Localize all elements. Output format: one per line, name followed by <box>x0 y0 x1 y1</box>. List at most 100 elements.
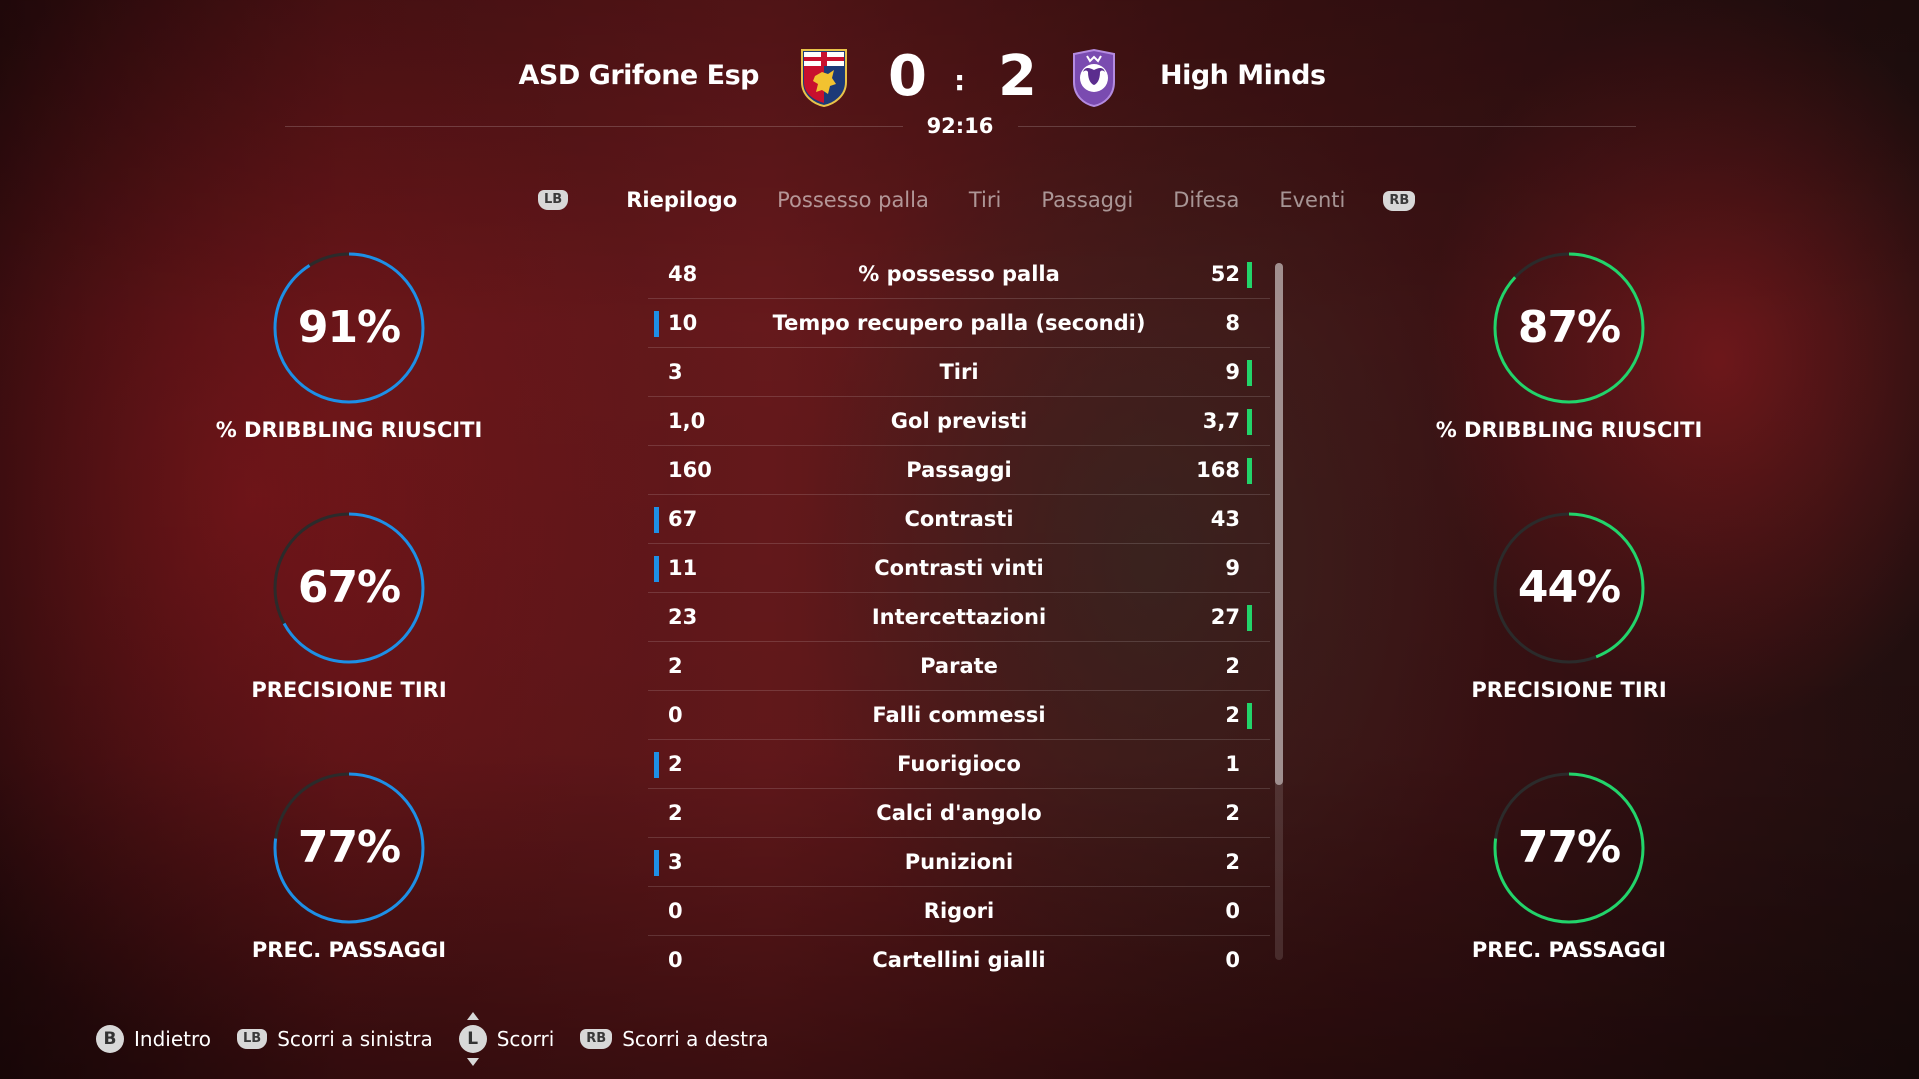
stat-name: Parate <box>920 654 998 678</box>
ring-value: 91% <box>297 302 401 353</box>
stat-name: Contrasti vinti <box>874 556 1044 580</box>
stat-home-value: 2 <box>668 752 683 776</box>
tab-riepilogo[interactable]: Riepilogo <box>626 188 737 212</box>
stat-row: 23 Intercettazioni 27 <box>648 593 1270 642</box>
controls-footer: B Indietro LB Scorri a sinistra L Scorri… <box>96 1012 795 1066</box>
stat-row: 3 Tiri 9 <box>648 348 1270 397</box>
griffin-crest-icon <box>801 49 847 108</box>
stats-table[interactable]: 48% possesso palla 52 10 Tempo recupero pal… <box>648 250 1270 984</box>
away-ring-label-pass-accuracy: PREC. PASSAGGI <box>1471 938 1667 962</box>
home-ring-shot-accuracy: 67% <box>271 510 427 666</box>
home-team-name: ASD Grifone Esp <box>518 60 760 91</box>
stat-away-value: 52 <box>1210 262 1240 286</box>
back-control[interactable]: B Indietro <box>96 1025 211 1053</box>
stat-home-value: 23 <box>668 605 698 629</box>
stat-row: 11 Contrasti vinti 9 <box>648 544 1270 593</box>
b-button-icon: B <box>96 1025 124 1053</box>
scroll-right-label: Scorri a destra <box>622 1027 769 1051</box>
tab-passaggi[interactable]: Passaggi <box>1041 188 1133 212</box>
home-leader-marker <box>654 311 659 337</box>
home-ring-label-dribbling: % DRIBBLING RIUSCITI <box>215 418 483 442</box>
stat-away-value: 8 <box>1225 311 1240 335</box>
ring-value: 77% <box>1517 822 1621 873</box>
stat-home-value: 10 <box>668 311 698 335</box>
bull-crest-icon <box>1073 48 1115 108</box>
stat-name: Rigori <box>923 899 995 923</box>
stat-row: 2 Fuorigioco 1 <box>648 740 1270 789</box>
home-leader-marker <box>654 556 659 582</box>
away-leader-marker <box>1247 360 1252 386</box>
stat-home-value: 11 <box>668 556 698 580</box>
away-ring-label-shot-accuracy: PRECISIONE TIRI <box>1471 678 1667 702</box>
ring-value: 87% <box>1517 302 1621 353</box>
stat-name: Cartellini gialli <box>872 948 1046 972</box>
away-team-name: High Minds <box>1160 60 1326 91</box>
stat-name: Calci d'angolo <box>876 801 1042 825</box>
lb-button-icon[interactable]: LB <box>538 190 569 210</box>
stat-away-value: 2 <box>1225 703 1240 727</box>
tab-difesa[interactable]: Difesa <box>1173 188 1239 212</box>
away-ring-pass-accuracy: 77% <box>1491 770 1647 926</box>
stat-home-value: 0 <box>668 948 683 972</box>
ring-value: 77% <box>297 822 401 873</box>
stat-name: Tiri <box>939 360 979 384</box>
score-separator: : <box>954 64 966 97</box>
stat-home-value: 0 <box>668 899 683 923</box>
left-stick-icon: L <box>458 1012 487 1066</box>
stat-name: Falli commessi <box>872 703 1046 727</box>
stat-name: Punizioni <box>904 850 1014 874</box>
tab-possesso-palla[interactable]: Possesso palla <box>777 188 929 212</box>
stat-away-value: 43 <box>1210 507 1240 531</box>
rb-button-icon[interactable]: RB <box>1383 191 1416 211</box>
stat-row: 48 % possesso palla 52 <box>648 250 1270 299</box>
stat-home-value: 67 <box>668 507 698 531</box>
stat-row: 0 Rigori 0 <box>648 887 1270 936</box>
stat-home-value: 160 <box>668 458 712 482</box>
stats-tab-bar: LB Riepilogo Possesso palla Tiri Passagg… <box>538 183 1416 217</box>
stat-home-value: 2 <box>668 654 683 678</box>
stats-scrollbar-thumb[interactable] <box>1275 263 1283 785</box>
away-leader-marker <box>1247 605 1252 631</box>
stat-row: 160 Passaggi 168 <box>648 446 1270 495</box>
ring-value: 67% <box>297 562 401 613</box>
away-leader-marker <box>1247 458 1252 484</box>
home-ring-label-pass-accuracy: PREC. PASSAGGI <box>251 938 447 962</box>
scroll-left-control[interactable]: LB Scorri a sinistra <box>237 1027 433 1051</box>
stat-row: 0 Cartellini gialli 0 <box>648 936 1270 984</box>
stat-home-value: 0 <box>668 703 683 727</box>
stat-name: Gol previsti <box>890 409 1028 433</box>
away-ring-dribbling: 87% <box>1491 250 1647 406</box>
stat-away-value: 2 <box>1225 654 1240 678</box>
tab-tiri[interactable]: Tiri <box>969 188 1001 212</box>
stats-scrollbar[interactable] <box>1275 263 1283 960</box>
scroll-control[interactable]: L Scorri <box>458 1012 555 1066</box>
scroll-right-control[interactable]: RB Scorri a destra <box>580 1027 769 1051</box>
stat-away-value: 2 <box>1225 850 1240 874</box>
scroll-label: Scorri <box>496 1027 555 1051</box>
scroll-left-label: Scorri a sinistra <box>277 1027 433 1051</box>
home-ring-label-shot-accuracy: PRECISIONE TIRI <box>251 678 447 702</box>
stat-away-value: 9 <box>1225 556 1240 580</box>
stat-name: Fuorigioco <box>897 752 1021 776</box>
stat-away-value: 168 <box>1196 458 1240 482</box>
stat-away-value: 27 <box>1210 605 1240 629</box>
stat-name: Intercettazioni <box>871 605 1047 629</box>
header-divider-left <box>285 126 903 127</box>
stat-away-value: 2 <box>1225 801 1240 825</box>
away-ring-label-dribbling: % DRIBBLING RIUSCITI <box>1435 418 1703 442</box>
stat-row: 0 Falli commessi 2 <box>648 691 1270 740</box>
stat-row: 2 Calci d'angolo 2 <box>648 789 1270 838</box>
stat-home-value: 3 <box>668 360 683 384</box>
stat-name: Contrasti <box>904 507 1014 531</box>
away-leader-marker <box>1247 262 1252 288</box>
away-score: 2 <box>998 44 1037 109</box>
rb-button-icon: RB <box>580 1029 613 1049</box>
stat-name: Passaggi <box>906 458 1012 482</box>
header-divider-right <box>1018 126 1636 127</box>
stat-name: % possesso palla <box>858 262 1060 286</box>
tab-eventi[interactable]: Eventi <box>1279 188 1345 212</box>
stat-row: 1,0 Gol previsti 3,7 <box>648 397 1270 446</box>
stat-home-value: 3 <box>668 850 683 874</box>
home-score: 0 <box>888 44 927 109</box>
stat-away-value: 0 <box>1225 899 1240 923</box>
